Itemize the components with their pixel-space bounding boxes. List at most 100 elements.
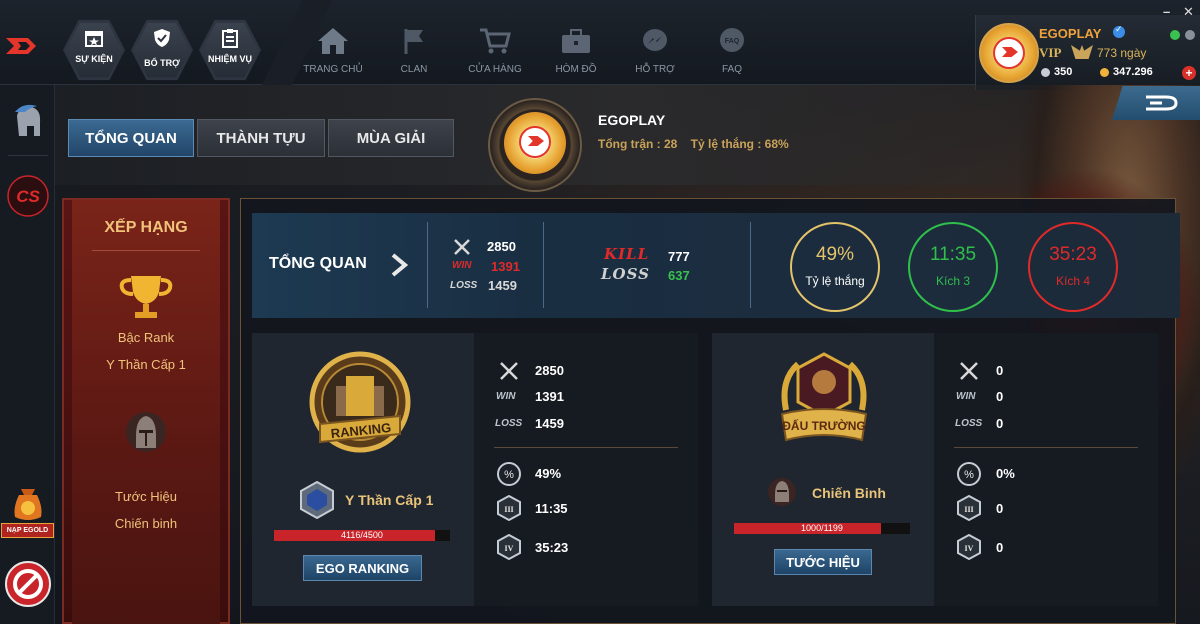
arena-progress-bar: 1000/1199 (734, 523, 910, 534)
trophy-icon (119, 276, 173, 318)
nav-inventory[interactable]: HÒM ĐỒ (531, 26, 621, 75)
kich4-caption: Kích 4 (1055, 274, 1091, 288)
nav-store-label: CỬA HÀNG (468, 64, 522, 75)
cart-icon (480, 28, 511, 54)
tier-4-shield-icon: IV (497, 534, 521, 560)
nav-store[interactable]: CỬA HÀNG (450, 26, 540, 75)
clipboard-icon (222, 29, 238, 48)
ranking-k3: 11:35 (535, 501, 568, 516)
header-player-name: EGOPLAY (598, 112, 666, 128)
header-player-stats: Tổng trận : 28 Tỷ lệ thắng : 68% (598, 137, 789, 151)
logout-button[interactable] (1112, 86, 1200, 120)
svg-text:%: % (504, 469, 514, 481)
knight-helmet-icon (768, 478, 796, 506)
rank-level-label: Bậc Rank (117, 330, 175, 345)
gold-coin-icon (1100, 68, 1109, 77)
nav-home-label: TRANG CHỦ (303, 64, 363, 75)
summary-divider (543, 222, 544, 308)
crossed-swords-icon (500, 362, 518, 380)
summary-matches: 2850 (487, 239, 516, 254)
kich4-circle: 35:23 Kích 4 (1028, 222, 1118, 312)
gold-balance: 347.296 (1113, 66, 1153, 78)
online-status-icon (1170, 30, 1180, 40)
exit-arrow-icon (1146, 95, 1178, 111)
ranking-emblem: RANKING (309, 351, 411, 453)
nav-home[interactable]: TRANG CHỦ (288, 26, 378, 75)
svg-text:FAQ: FAQ (725, 38, 740, 45)
knight-helmet-icon (126, 412, 166, 452)
title-button[interactable]: TƯỚC HIỆU (774, 549, 872, 575)
faq-icon: FAQ (720, 28, 744, 52)
kill-label: KILL (604, 245, 650, 263)
title-value: Chiến binh (114, 516, 178, 531)
vip-wings-icon (1071, 45, 1093, 59)
svg-text:IV: IV (965, 544, 974, 553)
tab-season[interactable]: MÙA GIẢI (328, 119, 454, 157)
profile-avatar-large[interactable] (488, 98, 582, 192)
mission-button[interactable]: NHIỆM VỤ (199, 18, 261, 82)
avatar[interactable] (979, 23, 1039, 83)
top-up-egold-button[interactable]: NẠP EGOLD (1, 523, 54, 538)
no-entry-icon[interactable] (4, 560, 52, 608)
title-label: Tước Hiệu (114, 489, 178, 504)
ego-ranking-button[interactable]: EGO RANKING (303, 555, 422, 581)
arena-k3: 0 (996, 501, 1004, 516)
nav-inventory-label: HÒM ĐỒ (555, 64, 597, 75)
egoplay-logo-icon[interactable] (6, 33, 44, 59)
rank-tier-icon (300, 480, 334, 520)
left-sidebar: CS NẠP EGOLD (0, 85, 55, 624)
ranking-wins: 1391 (535, 389, 564, 404)
ranking-matches: 2850 (535, 363, 564, 378)
percent-icon: % (497, 462, 521, 486)
kich3-caption: Kích 3 (935, 274, 971, 288)
silver-balance: 350 (1054, 66, 1073, 78)
svg-text:CS: CS (16, 187, 40, 206)
crossed-swords-icon (960, 362, 978, 380)
support-items-button[interactable]: BỔ TRỢ (131, 18, 193, 82)
kich4-value: 35:23 (1049, 244, 1097, 265)
arena-divider (954, 447, 1138, 448)
ranking-k4: 35:23 (535, 540, 569, 555)
vip-days: 773 ngày (1097, 46, 1147, 60)
event-button[interactable]: SỰ KIỆN (63, 18, 125, 82)
verified-icon (1113, 24, 1125, 38)
nav-clan-label: CLAN (400, 64, 428, 75)
event-button-label: SỰ KIỆN (75, 54, 113, 64)
tier-4-shield-icon: IV (957, 534, 981, 560)
nav-clan[interactable]: CLAN (369, 26, 459, 75)
arena-emblem: ĐẤU TRƯỜNG (780, 352, 868, 442)
cs-game-icon[interactable]: CS (7, 175, 49, 217)
loss-label: LOSS (601, 265, 650, 283)
arena-wins: 0 (996, 389, 1004, 404)
tab-achievements[interactable]: THÀNH TỰU (197, 119, 325, 157)
toolbox-icon (562, 29, 590, 53)
money-bag-icon[interactable] (5, 481, 51, 527)
rank-level-value: Y Thần Cấp 1 (106, 357, 186, 372)
messenger-icon (643, 29, 667, 51)
add-gold-button[interactable]: + (1182, 66, 1196, 80)
nav-faq[interactable]: FAQ FAQ (687, 26, 777, 75)
summary-divider (750, 222, 751, 308)
arena-k4: 0 (996, 540, 1004, 555)
vip-label: VIP (1039, 45, 1062, 60)
svg-text:%: % (964, 469, 974, 481)
mission-button-label: NHIỆM VỤ (207, 54, 252, 64)
profile-box[interactable]: EGOPLAY VIP 773 ngày 350 347.296 (975, 15, 1200, 90)
summary-kills: 777 (668, 249, 690, 264)
tab-overview[interactable]: TỔNG QUAN (68, 119, 194, 157)
chevron-right-icon[interactable] (390, 252, 408, 278)
winrate-circle: 49% Tỷ lệ thắng (790, 222, 880, 312)
win-icon: WIN (452, 260, 472, 271)
tier-3-shield-icon: III (957, 495, 981, 521)
summary-title: TỔNG QUAN (269, 255, 367, 272)
spartan-helmet-icon[interactable] (7, 102, 49, 144)
ranking-divider (494, 447, 678, 448)
arena-progress-text: 1000/1199 (801, 523, 843, 533)
ranking-rank-name: Y Thần Cấp 1 (345, 492, 434, 508)
win-icon: WIN (956, 391, 976, 402)
tier-3-shield-icon: III (497, 495, 521, 521)
arena-winrate: 0% (996, 466, 1015, 481)
flag-icon (404, 29, 423, 54)
summary-losses: 1459 (488, 278, 517, 293)
summary-divider (427, 222, 428, 308)
